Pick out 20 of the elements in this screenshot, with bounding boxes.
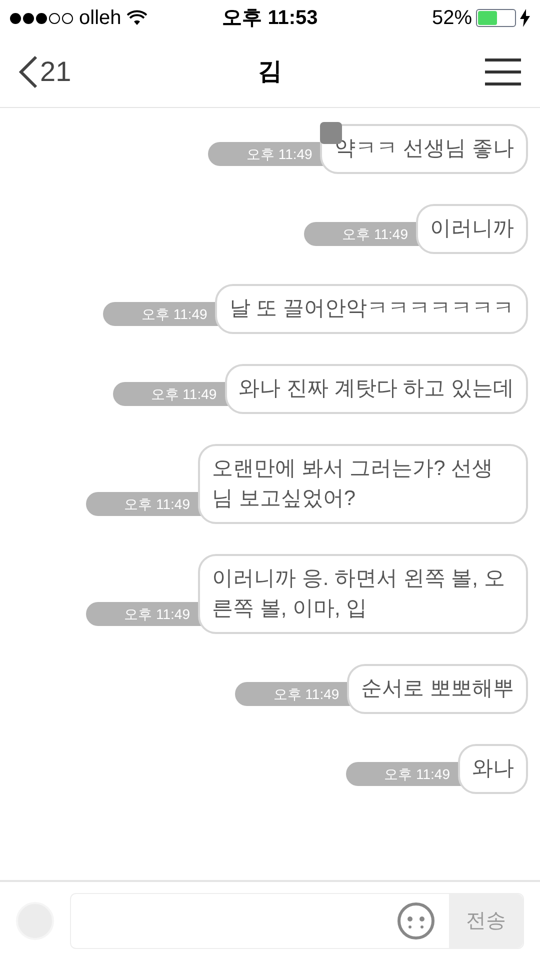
battery-icon [476,9,516,27]
battery-percent: 52% [432,6,472,31]
message-bubble: 순서로 뽀뽀해뿌 [347,664,528,714]
charging-icon [520,9,530,27]
carrier-name: olleh [79,6,122,31]
signal-icon [10,12,73,24]
back-button[interactable]: 21 [18,50,118,92]
message-bubble: 이러니까 응. 하면서 왼쪽 볼, 오른쪽 볼, 이마, 입 [198,554,528,634]
message-bubble: 와나 [458,744,528,794]
chat-title: 김 [258,56,282,86]
emoji-icon[interactable] [397,902,435,940]
clock: 오후 11:53 [222,6,318,31]
send-button[interactable]: 전송 [449,894,523,948]
back-icon[interactable] [18,54,38,88]
message-bubble: 와나 진짜 계탓다 하고 있는데 [224,364,528,414]
wifi-icon [127,10,148,26]
message-input[interactable]: 전송 [70,893,524,949]
message-bubble: 이러니까 [416,204,528,254]
message-bubble: 날 또 끌어안악ㅋㅋㅋㅋㅋㅋㅋ [215,284,528,334]
message-bubble: 오랜만에 봐서 그러는가? 선생님 보고싶었어? [198,444,528,524]
